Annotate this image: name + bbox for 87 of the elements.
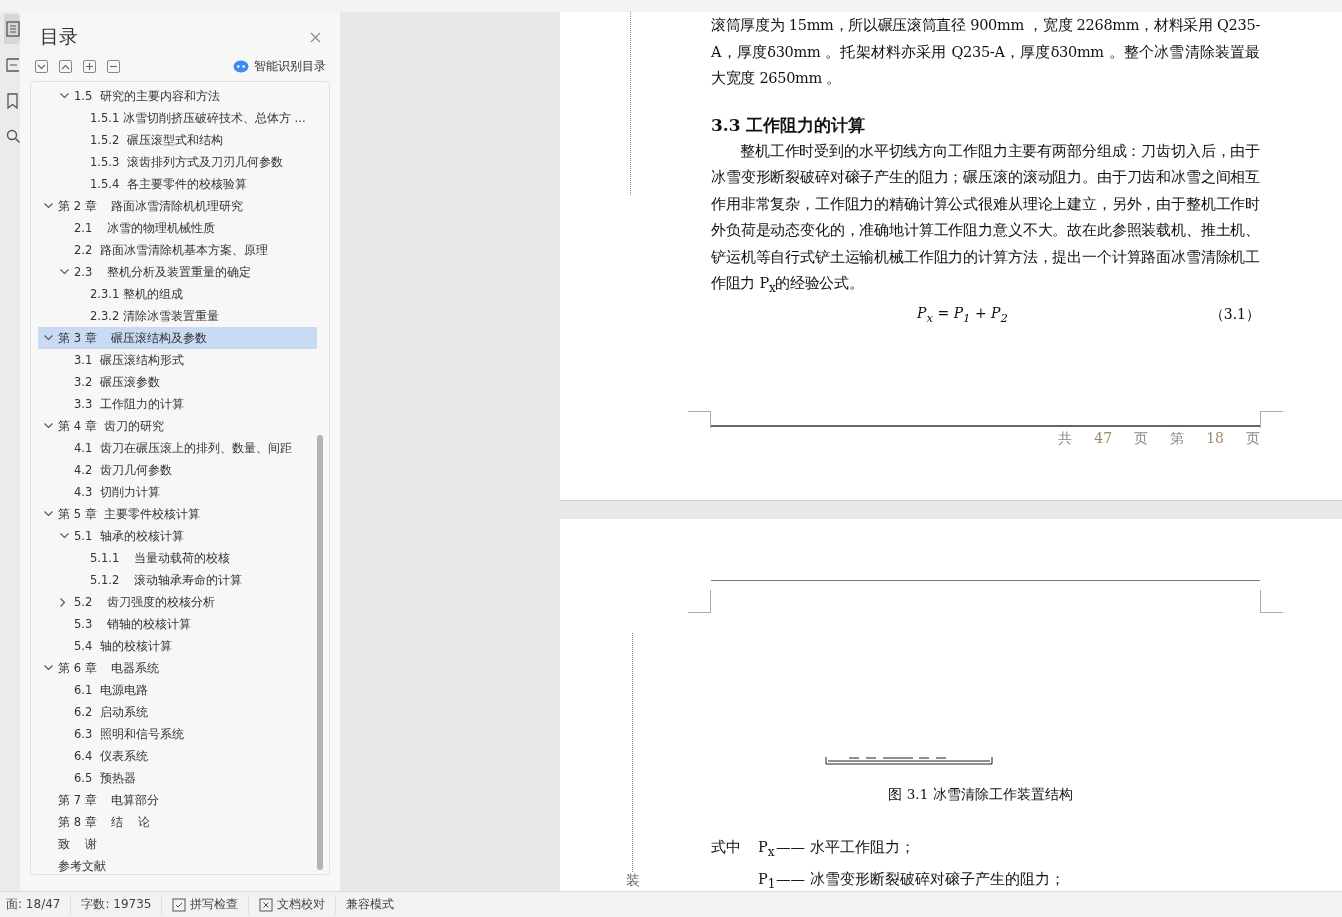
crop-mark — [1260, 590, 1283, 613]
toc-item[interactable]: 6.4 仪表系统 — [38, 745, 317, 767]
expand-button[interactable] — [59, 60, 72, 73]
add-button[interactable] — [83, 60, 96, 73]
compat-mode[interactable]: 兼容模式 — [336, 895, 405, 914]
toc-item[interactable]: 1.5.4 各主要零件的校核验算 — [38, 173, 317, 195]
chevron-down-icon[interactable] — [44, 203, 53, 209]
formula-number: （3.1） — [1209, 306, 1260, 325]
toc-item[interactable]: 1.5.1 冰雪切削挤压破碎技术、总体方 ... — [38, 107, 317, 129]
symbol: P$_{x}$ — [758, 838, 776, 861]
toc-item[interactable]: 6.2 启动系统 — [38, 701, 317, 723]
page-indicator[interactable]: 面: 18/47 — [0, 895, 72, 914]
robot-icon — [233, 60, 249, 73]
chevron-down-icon[interactable] — [44, 335, 53, 341]
footer-text: 共 — [1058, 430, 1073, 449]
page-number: 18 — [1206, 430, 1224, 449]
toc-item[interactable]: 第 3 章 碾压滚结构及参数 — [38, 327, 317, 349]
gutter-label: 装 — [626, 871, 640, 890]
toc-item[interactable]: 第 4 章 齿刀的研究 — [38, 415, 317, 437]
chevron-down-icon[interactable] — [60, 533, 69, 539]
word-count[interactable]: 字数: 19735 — [71, 895, 163, 914]
proofread-button[interactable]: 文档校对 — [249, 895, 337, 914]
remove-button[interactable] — [107, 60, 120, 73]
crop-mark — [688, 411, 711, 429]
toc-item[interactable]: 3.1 碾压滚结构形式 — [38, 349, 317, 371]
chevron-down-icon — [37, 63, 46, 70]
scrollbar-thumb[interactable] — [317, 435, 323, 870]
toc-item[interactable]: 5.1.2 滚动轴承寿命的计算 — [38, 569, 317, 591]
toc-item[interactable]: 2.3 整机分析及装置重量的确定 — [38, 261, 317, 283]
toc-item[interactable]: 致 谢 — [38, 833, 317, 855]
crop-mark — [688, 590, 711, 613]
toc-item[interactable]: 第 6 章 电器系统 — [38, 657, 317, 679]
toc-item[interactable]: 参考文献 — [38, 855, 317, 874]
toc-item[interactable]: 第 5 章 主要零件校核计算 — [38, 503, 317, 525]
spell-check-button[interactable]: 拼写检查 — [162, 895, 250, 914]
toc-item[interactable]: 5.1.1 当量动载荷的校核 — [38, 547, 317, 569]
smart-toc-button[interactable]: 智能识别目录 — [254, 58, 326, 75]
toc-item[interactable]: 1.5.3 滚齿排列方式及刀刃几何参数 — [38, 151, 317, 173]
toc-item[interactable]: 5.1 轴承的校核计算 — [38, 525, 317, 547]
toc-item[interactable]: 1.5 研究的主要内容和方法 — [38, 85, 317, 107]
chevron-down-icon[interactable] — [60, 93, 69, 99]
toc-item[interactable]: 2.1 冰雪的物理机械性质 — [38, 217, 317, 239]
chevron-up-icon — [61, 63, 70, 70]
definition-text: —— 水平工作阻力； — [776, 839, 915, 855]
outline-tab[interactable] — [4, 14, 20, 44]
toc-item[interactable]: 6.5 预热器 — [38, 767, 317, 789]
x-box-icon — [259, 897, 274, 912]
toc-item[interactable]: 4.1 齿刀在碾压滚上的排列、数量、间距 — [38, 437, 317, 459]
toc-item[interactable]: 3.3 工作阻力的计算 — [38, 393, 317, 415]
body-paragraph: 滚筒厚度为 15mm，所以碾压滚筒直径 900mm ，宽度 2268mm，材料采用 Q235-A，厚度δ30mm 。托架材料亦采用 Q235-A，厚度δ30mm 。整个冰雪清除装置最大宽度 2650mm 。 — [711, 16, 1260, 88]
toc-item[interactable]: 3.2 碾压滚参数 — [38, 371, 317, 393]
toc-item[interactable]: 5.2 齿刀强度的校核分析 — [38, 591, 317, 613]
toc-item[interactable]: 第 8 章 结 论 — [38, 811, 317, 833]
toc-item[interactable]: 6.1 电源电路 — [38, 679, 317, 701]
page-number: 47 — [1094, 430, 1113, 449]
toc-item[interactable]: 4.2 齿刀几何参数 — [38, 459, 317, 481]
panel-title: 目录 — [40, 24, 78, 49]
toc-item[interactable]: 5.3 销轴的校核计算 — [38, 613, 317, 635]
toc-item[interactable]: 5.4 轴的校核计算 — [38, 635, 317, 657]
toc-item[interactable]: 2.2 路面冰雪清除机基本方案、原理 — [38, 239, 317, 261]
toc-item[interactable]: 第 2 章 路面冰雪清除机机理研究 — [38, 195, 317, 217]
footer-text: 页 — [1134, 430, 1149, 449]
toc-item[interactable]: 第 7 章 电算部分 — [38, 789, 317, 811]
figure-caption: 图 3.1 冰雪清除工作装置结构 — [887, 786, 1074, 804]
toc-item[interactable]: 2.3.2 清除冰雪装置重量 — [38, 305, 317, 327]
crop-mark — [1260, 411, 1283, 429]
chevron-down-icon[interactable] — [44, 665, 53, 671]
body-paragraph: 整机工作时受到的水平切线方向工作阻力主要有两部分组成：刀齿切入后，由于冰雪变形断裂破碎对磙子产生的阻力；碾压滚的滚动阻力。由于刀齿和冰雪之间相互作用非常复杂，工作阻力的精确计算公式很难从理论上建立，另外，由于整机工作时外负荷是动态变化的，准确地计算工作阻力意义不大。故在此参照装载机、推土机、铲运机等自行式铲土运输机械工作阻力的计算方法，提出一个计算路面冰雪清除机工作阻力 P$_{x}$的经验公式。 — [711, 141, 1260, 297]
toc-item[interactable]: 2.3.1 整机的组成 — [38, 283, 317, 305]
chevron-down-icon[interactable] — [44, 423, 53, 429]
toc-item[interactable]: 1.5.2 碾压滚型式和结构 — [38, 129, 317, 151]
chevron-right-icon[interactable] — [60, 597, 66, 607]
close-icon[interactable] — [310, 31, 321, 43]
footer-text: 页 — [1246, 430, 1260, 449]
plus-icon — [85, 62, 94, 71]
check-box-icon — [172, 897, 187, 912]
symbol: P$_{1}$ — [758, 869, 776, 891]
chevron-down-icon[interactable] — [44, 511, 53, 517]
chevron-down-icon[interactable] — [60, 269, 69, 275]
toc-item[interactable]: 4.3 切削力计算 — [38, 481, 317, 503]
footer-text: 第 — [1170, 430, 1185, 449]
where-label: 式中 — [711, 838, 742, 857]
collapse-button[interactable] — [35, 60, 48, 73]
definition-text: —— 冰雪变形断裂破碎对磙子产生的阻力； — [776, 870, 1065, 887]
toc-item[interactable]: 6.3 照明和信号系统 — [38, 723, 317, 745]
formula: P$_{x}$ = P$_{1}$ + P$_{2}$ — [917, 305, 1008, 326]
section-heading: 3.3 工作阻力的计算 — [711, 113, 867, 137]
